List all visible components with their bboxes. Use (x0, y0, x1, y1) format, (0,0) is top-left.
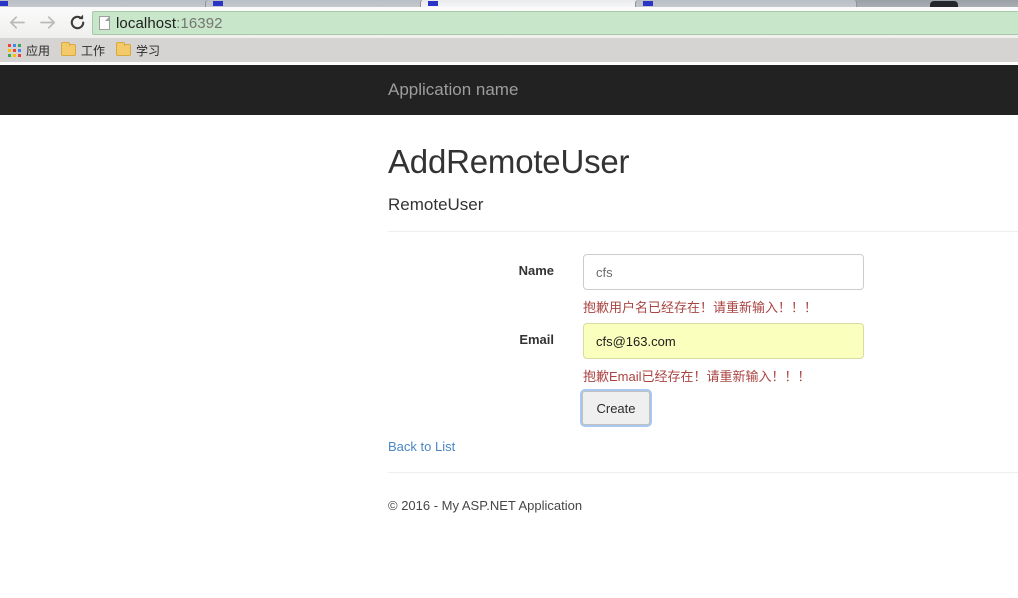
page-title: AddRemoteUser (388, 143, 630, 180)
email-input[interactable]: cfs@163.com (583, 323, 864, 359)
reload-icon (70, 14, 84, 30)
tab-favicon-icon (0, 1, 8, 6)
page-viewport: Application name AddRemoteUser RemoteUse… (0, 62, 1018, 598)
bookmark-label: 学习 (136, 43, 161, 58)
forward-button[interactable] (34, 10, 60, 35)
address-bar-text: localhost:16392 (116, 15, 223, 32)
footer: © 2016 - My ASP.NET Application (388, 473, 1018, 533)
create-button[interactable]: Create (582, 391, 650, 425)
name-input-value: cfs (596, 264, 613, 280)
tab-favicon-icon (428, 1, 438, 6)
folder-icon (61, 42, 77, 56)
page-document-icon (99, 16, 110, 30)
bookmark-label: 工作 (81, 43, 106, 58)
bookmark-label: 应用 (26, 43, 51, 58)
tab-strip[interactable] (0, 0, 1018, 7)
tab-favicon-icon (643, 1, 653, 6)
back-to-list-link[interactable]: Back to List (388, 439, 455, 454)
browser-chrome: localhost:16392 应用 工作 学习 (0, 0, 1018, 62)
form-area: Name cfs 抱歉用户名已经存在！请重新输入！！！ Email cfs@16… (388, 232, 1018, 472)
browser-tab[interactable] (635, 0, 857, 7)
browser-tab[interactable] (205, 0, 427, 7)
url-port: :16392 (176, 14, 223, 32)
browser-tab[interactable] (0, 0, 212, 7)
form-legend: RemoteUser (388, 195, 484, 214)
navbar-brand[interactable]: Application name (388, 79, 518, 101)
address-bar[interactable]: localhost:16392 (92, 11, 1018, 35)
browser-toolbar: localhost:16392 (0, 7, 1018, 38)
site-navbar: Application name (0, 65, 1018, 115)
name-field-label: Name (518, 263, 554, 278)
page-container: AddRemoteUser RemoteUser Name cfs 抱歉用户名已… (388, 115, 1018, 533)
name-field-error: 抱歉用户名已经存在！请重新输入！！！ (583, 300, 818, 315)
name-input[interactable]: cfs (583, 254, 864, 290)
back-button[interactable] (4, 10, 30, 35)
bookmark-folder-study[interactable]: 学习 (113, 40, 166, 60)
forward-arrow-icon (39, 16, 55, 29)
folder-icon (116, 42, 132, 56)
back-arrow-icon (9, 16, 25, 29)
reload-button[interactable] (64, 10, 90, 35)
browser-tab-active[interactable] (420, 0, 642, 7)
bookmark-apps[interactable]: 应用 (5, 40, 56, 60)
email-input-value: cfs@163.com (596, 333, 676, 349)
bookmarks-bar: 应用 工作 学习 (0, 38, 1018, 62)
bookmark-folder-work[interactable]: 工作 (58, 40, 111, 60)
tab-favicon-icon (213, 1, 223, 6)
url-host: localhost (116, 14, 177, 32)
email-field-label: Email (519, 332, 554, 347)
email-field-error: 抱歉Email已经存在！请重新输入！！！ (583, 369, 811, 384)
footer-copyright: © 2016 - My ASP.NET Application (388, 498, 583, 513)
apps-grid-icon (8, 43, 21, 57)
